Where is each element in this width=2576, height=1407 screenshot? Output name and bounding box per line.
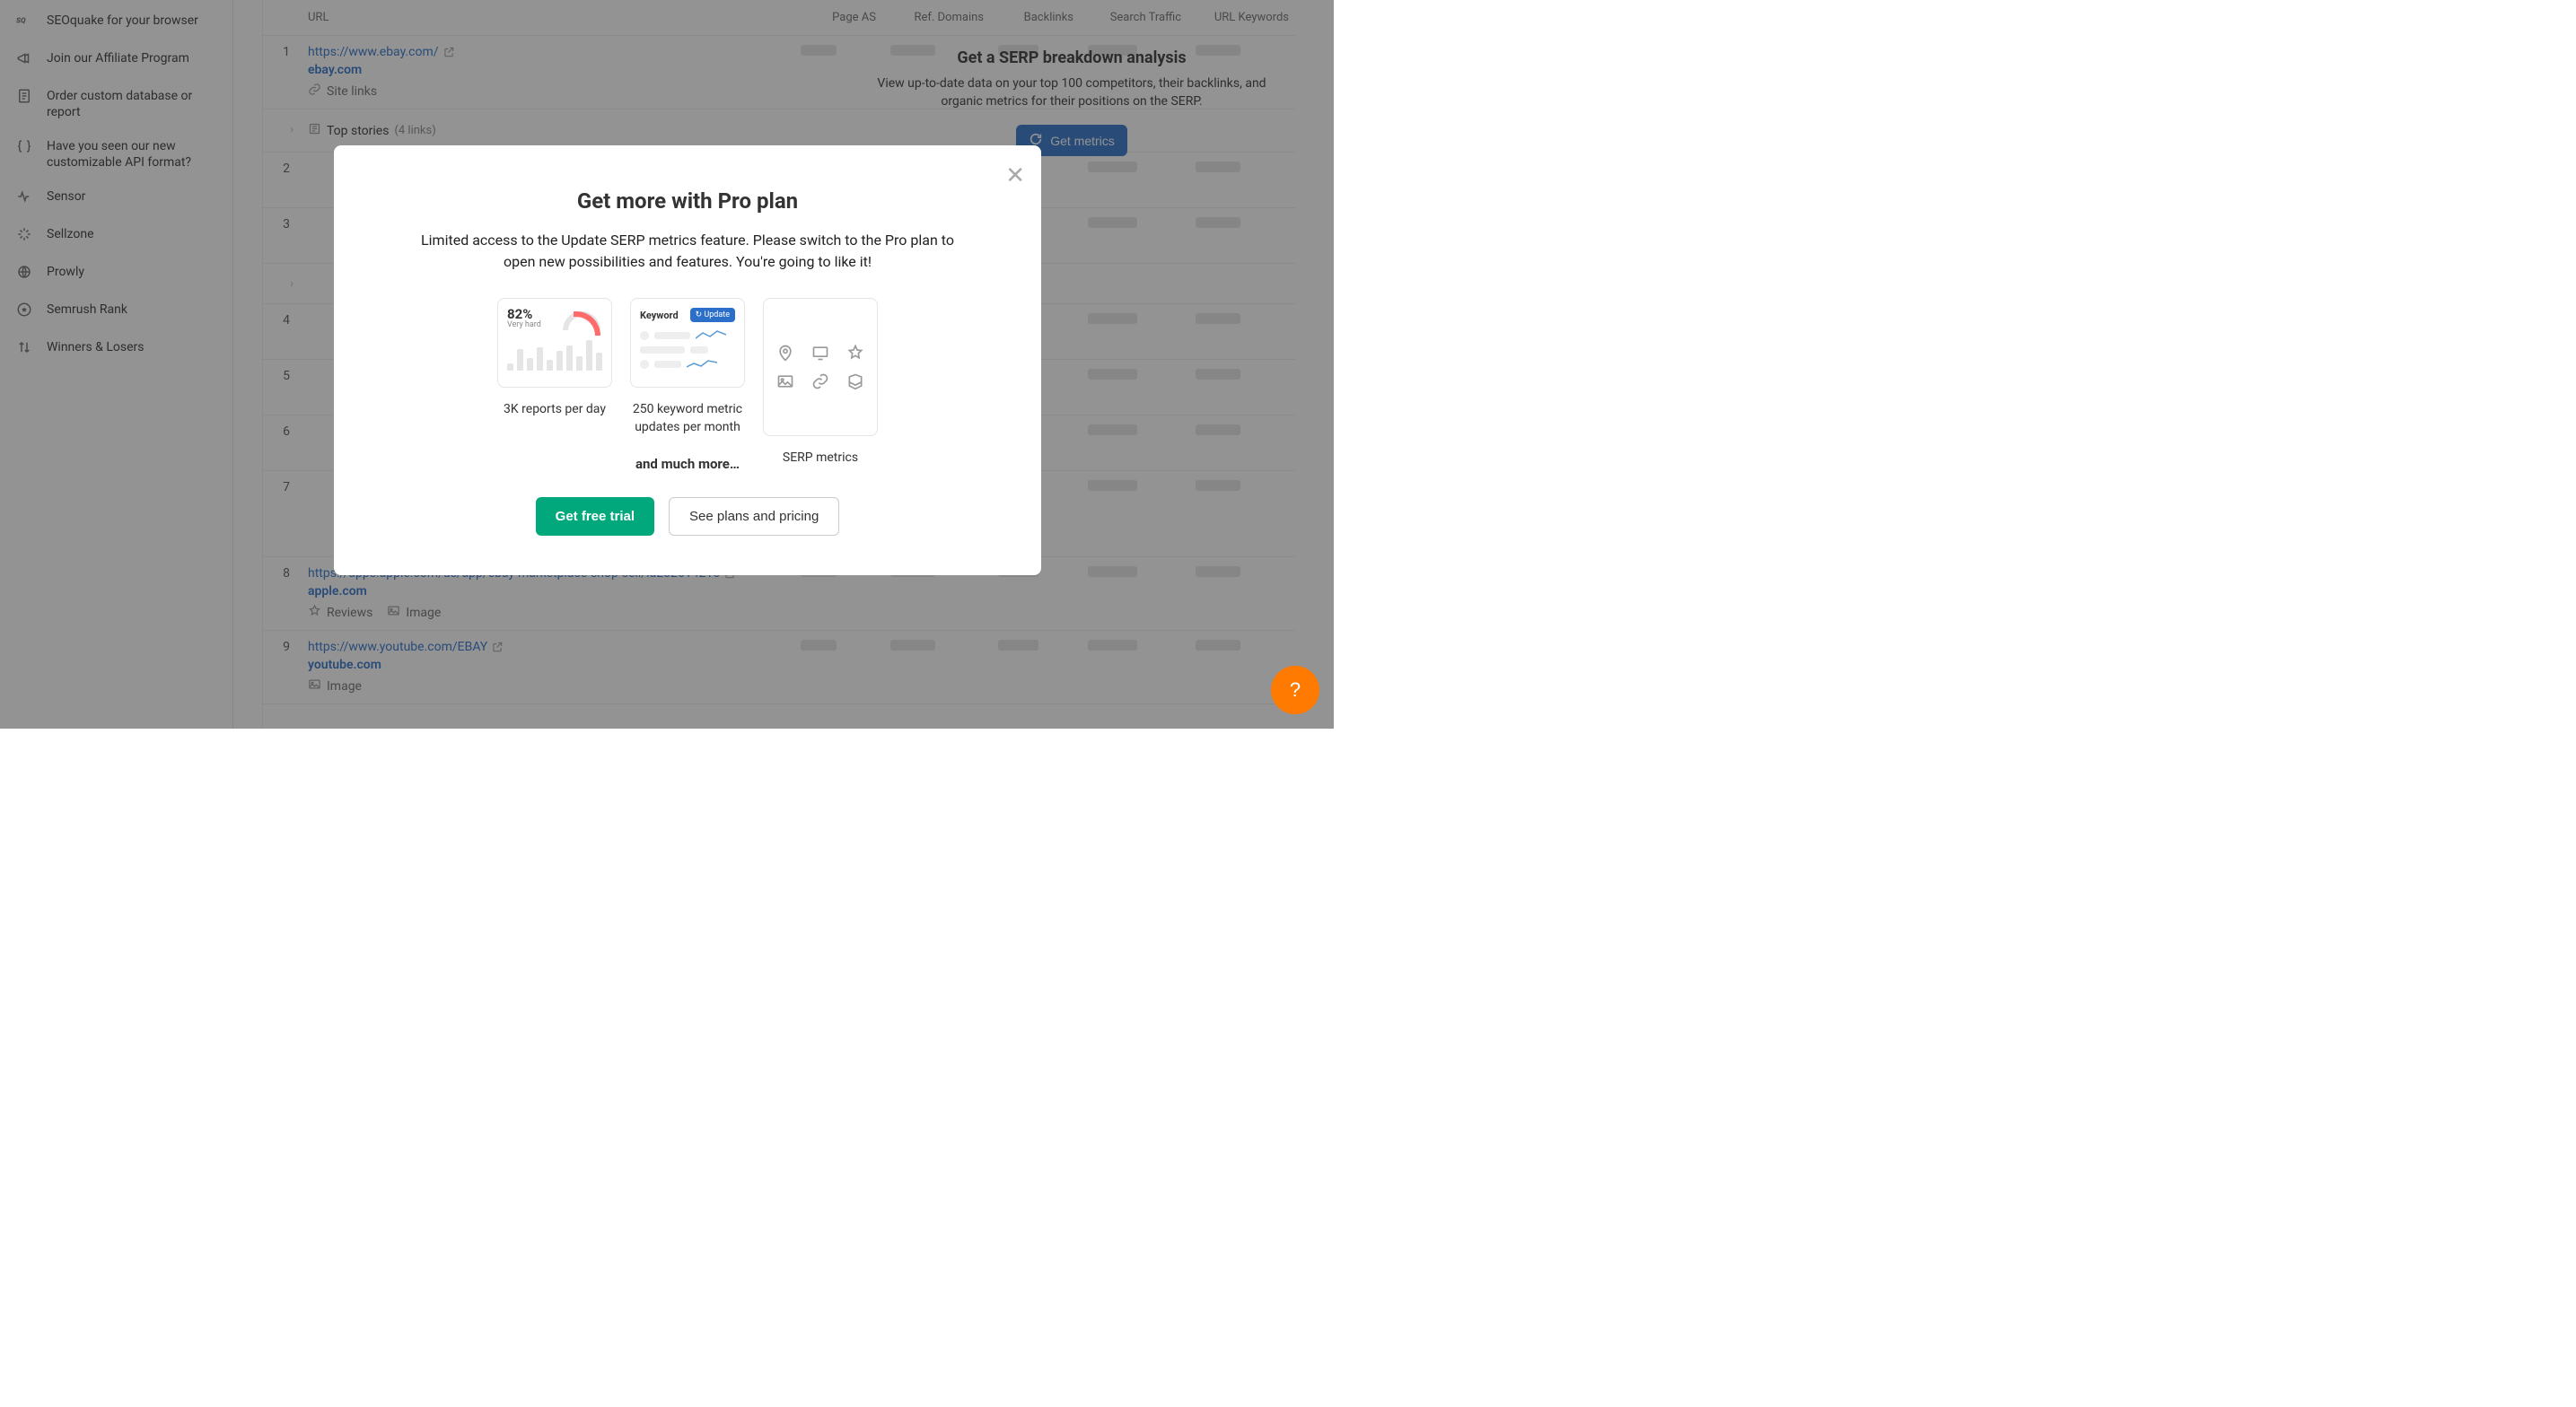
bars-icon bbox=[507, 335, 602, 371]
help-button[interactable]: ? bbox=[1271, 666, 1319, 714]
much-more-text: and much more… bbox=[384, 456, 991, 472]
sparkline-icon bbox=[687, 358, 717, 371]
see-plans-button[interactable]: See plans and pricing bbox=[669, 497, 839, 536]
inbox-icon bbox=[844, 372, 868, 390]
screen-icon bbox=[808, 344, 832, 362]
update-badge: ↻ Update bbox=[690, 308, 735, 322]
feature-caption: SERP metrics bbox=[763, 449, 878, 467]
modal-desc: Limited access to the Update SERP metric… bbox=[384, 230, 991, 273]
modal-title: Get more with Pro plan bbox=[384, 188, 991, 214]
link-icon bbox=[808, 372, 832, 390]
image-icon bbox=[773, 372, 797, 390]
feature-reports: 82% Very hard 3K reports per day bbox=[497, 298, 612, 436]
sparkline-icon bbox=[696, 329, 726, 342]
feature-card-chart: 82% Very hard bbox=[497, 298, 612, 388]
question-icon: ? bbox=[1290, 678, 1301, 701]
feature-card-keyword: Keyword ↻ Update bbox=[630, 298, 745, 388]
feature-caption: 3K reports per day bbox=[497, 400, 612, 418]
star-icon bbox=[844, 344, 868, 362]
close-icon: ✕ bbox=[1005, 162, 1025, 188]
feature-serp-metrics: SERP metrics bbox=[763, 298, 878, 436]
get-free-trial-button[interactable]: Get free trial bbox=[536, 497, 654, 536]
feature-keyword-updates: Keyword ↻ Update 250 keyword metric upda… bbox=[630, 298, 745, 436]
feature-row: 82% Very hard 3K reports per day Keyword… bbox=[384, 298, 991, 436]
close-button[interactable]: ✕ bbox=[1005, 162, 1025, 189]
feature-card-icons bbox=[763, 298, 878, 436]
keyword-label: Keyword bbox=[640, 310, 679, 321]
pin-icon bbox=[773, 344, 797, 362]
feature-caption: 250 keyword metric updates per month bbox=[630, 400, 745, 436]
modal-actions: Get free trial See plans and pricing bbox=[384, 497, 991, 536]
upgrade-modal: ✕ Get more with Pro plan Limited access … bbox=[334, 145, 1041, 575]
